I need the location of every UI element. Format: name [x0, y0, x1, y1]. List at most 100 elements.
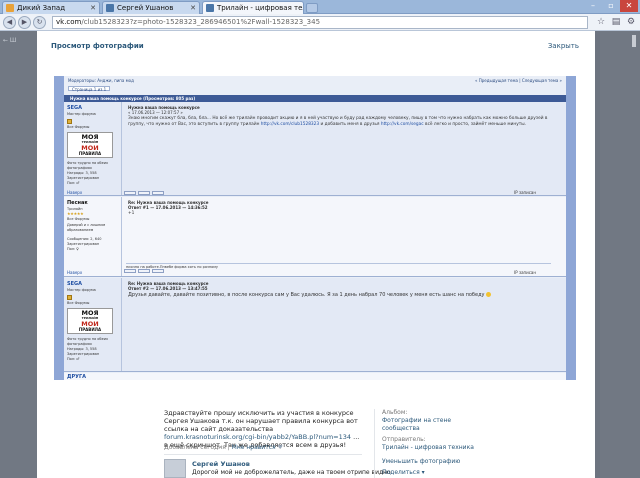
dimmed-page-right [600, 31, 640, 478]
rank-stars-icon: ★★★★★ [67, 211, 84, 216]
url-path: /club1528323?z=photo-1528323_286946501%2… [81, 18, 321, 26]
tab-favicon-icon [206, 4, 214, 12]
like-link[interactable]: Мне нравится [232, 444, 276, 451]
post-date: Ответ #1 — 17.06.2013 — 14:36:52 [128, 205, 208, 210]
browser-toolbar: ◀ ▶ ↻ vk.com /club1528323?z=photo-152832… [0, 14, 640, 31]
divider [374, 409, 375, 478]
post-link[interactable]: http://vk.com/club1528323 [261, 122, 319, 127]
album-link[interactable]: Фотографии на стене сообщества [382, 417, 454, 433]
added-date: Добавлена сегодня [164, 444, 226, 451]
reply-button[interactable] [138, 191, 150, 195]
tab-label: Дикий Запад [17, 4, 66, 12]
tab-label: Сергей Ушанов [117, 4, 174, 12]
post-body: Друзья давайте, давайте позитивно, в пос… [128, 292, 548, 298]
post-user-meta: Пол: ♂ [67, 181, 80, 185]
post-body: Знаю многим скажут бла, бла, бла... Но в… [128, 116, 548, 128]
browser-tab-3[interactable]: Трилайн - цифровая тел... ✕ [202, 1, 304, 14]
post-top-link[interactable]: Наверх [67, 270, 82, 275]
address-bar[interactable]: vk.com /club1528323?z=photo-1528323_2869… [52, 15, 588, 29]
tab-favicon-icon [6, 4, 14, 12]
post-user-meta: Пол: ♂ [67, 357, 80, 361]
viewer-close-link[interactable]: Закрыть [548, 42, 579, 50]
scrollbar-thumb[interactable] [632, 35, 636, 47]
forum-post: Песнак Трилайн ★★★★★ Все Форумы Доверяй … [64, 197, 566, 277]
forward-icon[interactable]: ▶ [18, 15, 31, 29]
post-user-meta: Награды: 3, 558 Зарегистрирован [67, 171, 100, 180]
photo-byline: Добавлена сегодня | Мне нравится ♥ [164, 444, 283, 451]
reply-button[interactable] [138, 269, 150, 273]
dimmed-back-link: ← Ш [3, 37, 17, 44]
post-username: SEGA [67, 105, 82, 111]
new-tab-button[interactable] [306, 3, 318, 13]
browser-tabstrip: Дикий Запад ✕ Сергей Ушанов ✕ Трилайн - … [0, 0, 640, 14]
maximize-icon[interactable]: ▫ [602, 0, 620, 12]
comment-text: Дорогой мой не доброжелатель, даже на тв… [192, 469, 391, 476]
forum-post: SEGA Мастер форума Все Форумы МОЯ ТРИЛАЙ… [64, 278, 566, 372]
album-label: Альбом: [382, 409, 408, 416]
logo-line: ПРАВИЛА [78, 151, 102, 156]
minimize-icon[interactable]: – [584, 0, 602, 12]
post-text: Друзья давайте, давайте позитивно, в пос… [128, 292, 485, 298]
post-user-meta: Фото трудно на обеих фотографиях [67, 337, 109, 346]
description-link[interactable]: forum.krasnoturinsk.org/cgi-bin/yabb2/Ya… [164, 433, 351, 441]
post-user-column: SEGA Мастер форума Все Форумы МОЯ ТРИЛАЙ… [64, 278, 122, 371]
browser-tab-1[interactable]: Дикий Запад ✕ [2, 1, 100, 14]
post-user-column: SEGA Мастер форума Все Форумы МОЯ ТРИЛАЙ… [64, 102, 122, 195]
forum-pagination: « Предыдущая тема | Следующая тема » [474, 78, 562, 83]
post-username: SEGA [67, 281, 82, 287]
comment-author[interactable]: Сергей Ушанов [192, 460, 250, 468]
forum-post: SEGA Мастер форума Все Форумы МОЯ ТРИЛАЙ… [64, 102, 566, 196]
post-user-column: Песнак Трилайн ★★★★★ Все Форумы Доверяй … [64, 197, 122, 276]
tab-close-icon[interactable]: ✕ [88, 4, 96, 12]
post-signature: ниочно на работе.Ппвебе форма хоть по ра… [126, 263, 551, 269]
photo-image[interactable]: Модераторы: Анджи, пипа мод « Предыдущая… [54, 76, 576, 380]
post-ip-label: IP записан [514, 190, 536, 195]
post-user-meta: Пол: ♀ [67, 247, 79, 251]
post-user-role: Все Форумы [67, 125, 90, 129]
post-buttons [124, 191, 166, 195]
divider [164, 454, 362, 455]
user-badge-icon [67, 295, 72, 300]
quote-button[interactable] [124, 191, 136, 195]
user-badge-icon [67, 119, 72, 124]
post-user-meta: Фото трудно на обеих фотографиях [67, 161, 109, 170]
forum-breadcrumb: Модераторы: Анджи, пипа мод [68, 78, 134, 83]
forum-topic-bar: Нужна ваша помощь конкурсе (Просмотров: … [64, 95, 566, 102]
page-menu-icon[interactable]: ▤ [610, 16, 622, 28]
post-link[interactable]: http://vk.com/segac [381, 122, 424, 127]
forum-post: ДРУГА [64, 373, 566, 380]
tab-favicon-icon [106, 4, 114, 12]
settings-wrench-icon[interactable]: ⚙ [625, 16, 637, 28]
back-icon[interactable]: ◀ [3, 15, 16, 29]
reduce-photo-link[interactable]: Уменьшить фотографию [382, 458, 460, 466]
sender-link[interactable]: Трилайн - цифровая техника [382, 444, 474, 452]
window-close-icon[interactable]: ✕ [620, 0, 638, 12]
forum-pages: Страница 1 из 1 [68, 86, 111, 92]
post-ip-label: IP записан [514, 270, 536, 275]
tab-close-icon[interactable]: ✕ [188, 4, 196, 12]
url-host: vk.com [56, 18, 82, 26]
logo-line: ПРАВИЛА [78, 327, 102, 332]
post-date: « 17.06.2013 — 12:07:57 » [128, 110, 183, 115]
dimmed-page-left: ← Ш [0, 31, 37, 478]
post-text: и добавить меня в друзья [320, 122, 380, 127]
avatar[interactable] [164, 459, 186, 478]
reload-icon[interactable]: ↻ [33, 15, 46, 29]
post-user-meta: Доверяй и с лишним образованием [67, 223, 106, 232]
post-text: всё легко и просто, займёт меньше минуты… [425, 122, 527, 127]
pm-button[interactable] [152, 191, 164, 195]
forum-topbar: Модераторы: Анджи, пипа мод « Предыдущая… [64, 78, 566, 84]
tab-label: Трилайн - цифровая тел... [217, 4, 304, 12]
bookmark-star-icon[interactable]: ☆ [595, 16, 607, 28]
share-link[interactable]: Поделиться ▾ [382, 469, 425, 477]
forum-screenshot: Модераторы: Анджи, пипа мод « Предыдущая… [64, 76, 566, 380]
post-user-role: Все Форумы [67, 301, 90, 305]
heart-icon[interactable]: ♥ [278, 444, 283, 451]
browser-tab-2[interactable]: Сергей Ушанов ✕ [102, 1, 200, 14]
avatar-logo: МОЯ ТРИЛАЙН МОИ ПРАВИЛА [67, 308, 113, 334]
post-user-meta: Награды: 3, 558 Зарегистрирован [67, 347, 100, 356]
post-top-link[interactable]: Наверх [67, 190, 82, 195]
quote-button[interactable] [124, 269, 136, 273]
smiley-icon [486, 292, 492, 297]
pm-button[interactable] [152, 269, 164, 273]
